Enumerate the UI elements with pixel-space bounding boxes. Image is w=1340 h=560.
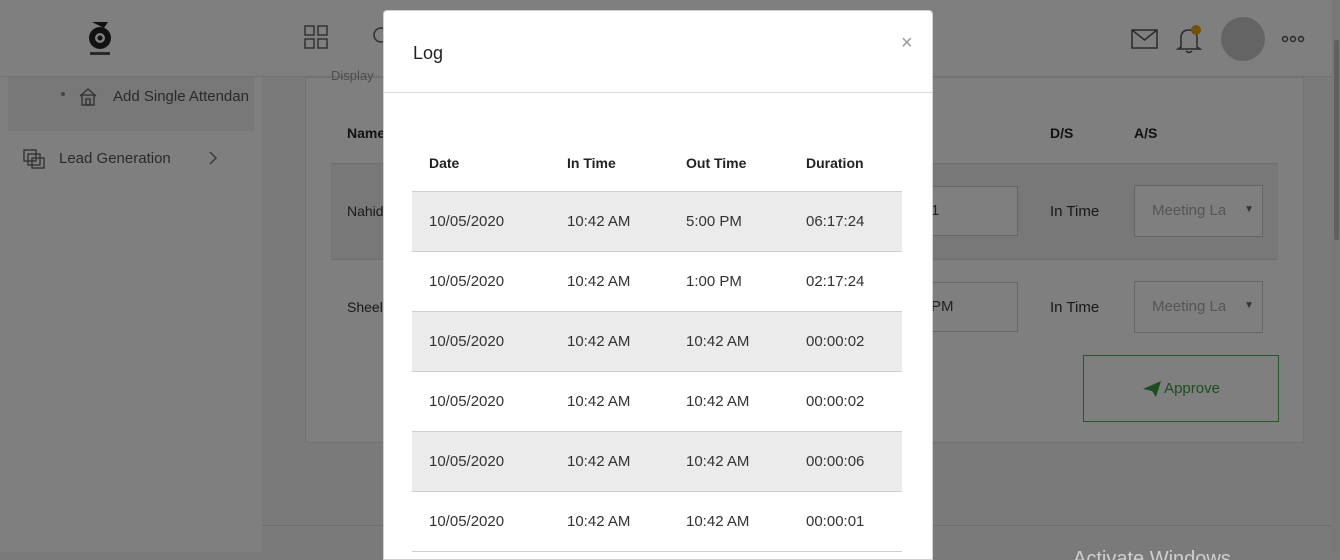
log-table: Date In Time Out Time Duration 10/05/202…: [412, 132, 902, 552]
cell-out-time: 1:00 PM: [686, 273, 742, 290]
table-row: 10/05/2020 10:42 AM 10:42 AM 00:00:06: [412, 432, 902, 492]
column-header-date: Date: [429, 155, 460, 171]
cell-in-time: 10:42 AM: [567, 513, 631, 530]
table-row: 10/05/2020 10:42 AM 10:42 AM 00:00:01: [412, 492, 902, 552]
cell-in-time: 10:42 AM: [567, 393, 631, 410]
cell-out-time: 10:42 AM: [686, 513, 750, 530]
cell-out-time: 10:42 AM: [686, 393, 750, 410]
cell-date: 10/05/2020: [429, 333, 505, 350]
table-header: Date In Time Out Time Duration: [412, 132, 902, 192]
cell-duration: 06:17:24: [806, 213, 865, 230]
cell-date: 10/05/2020: [429, 393, 505, 410]
column-header-out-time: Out Time: [686, 155, 747, 171]
activate-windows-watermark: Activate Windows: [1073, 548, 1231, 560]
log-modal: Log × Date In Time Out Time Duration 10/…: [383, 10, 933, 560]
table-row: 10/05/2020 10:42 AM 10:42 AM 00:00:02: [412, 372, 902, 432]
cell-date: 10/05/2020: [429, 273, 505, 290]
cell-in-time: 10:42 AM: [567, 213, 631, 230]
column-header-in-time: In Time: [567, 155, 616, 171]
cell-out-time: 10:42 AM: [686, 453, 750, 470]
cell-duration: 00:00:01: [806, 513, 865, 530]
cell-out-time: 10:42 AM: [686, 333, 750, 350]
table-row: 10/05/2020 10:42 AM 10:42 AM 00:00:02: [412, 312, 902, 372]
cell-date: 10/05/2020: [429, 213, 505, 230]
modal-header: Log ×: [384, 11, 932, 93]
table-row: 10/05/2020 10:42 AM 1:00 PM 02:17:24: [412, 252, 902, 312]
modal-title: Log: [413, 43, 444, 63]
cell-date: 10/05/2020: [429, 513, 505, 530]
cell-duration: 02:17:24: [806, 273, 865, 290]
column-header-duration: Duration: [806, 155, 864, 171]
cell-duration: 00:00:06: [806, 453, 865, 470]
cell-in-time: 10:42 AM: [567, 333, 631, 350]
cell-in-time: 10:42 AM: [567, 273, 631, 290]
cell-duration: 00:00:02: [806, 333, 865, 350]
cell-out-time: 5:00 PM: [686, 213, 742, 230]
cell-date: 10/05/2020: [429, 453, 505, 470]
cell-in-time: 10:42 AM: [567, 453, 631, 470]
close-icon[interactable]: ×: [901, 33, 913, 53]
cell-duration: 00:00:02: [806, 393, 865, 410]
table-row: 10/05/2020 10:42 AM 5:00 PM 06:17:24: [412, 192, 902, 252]
